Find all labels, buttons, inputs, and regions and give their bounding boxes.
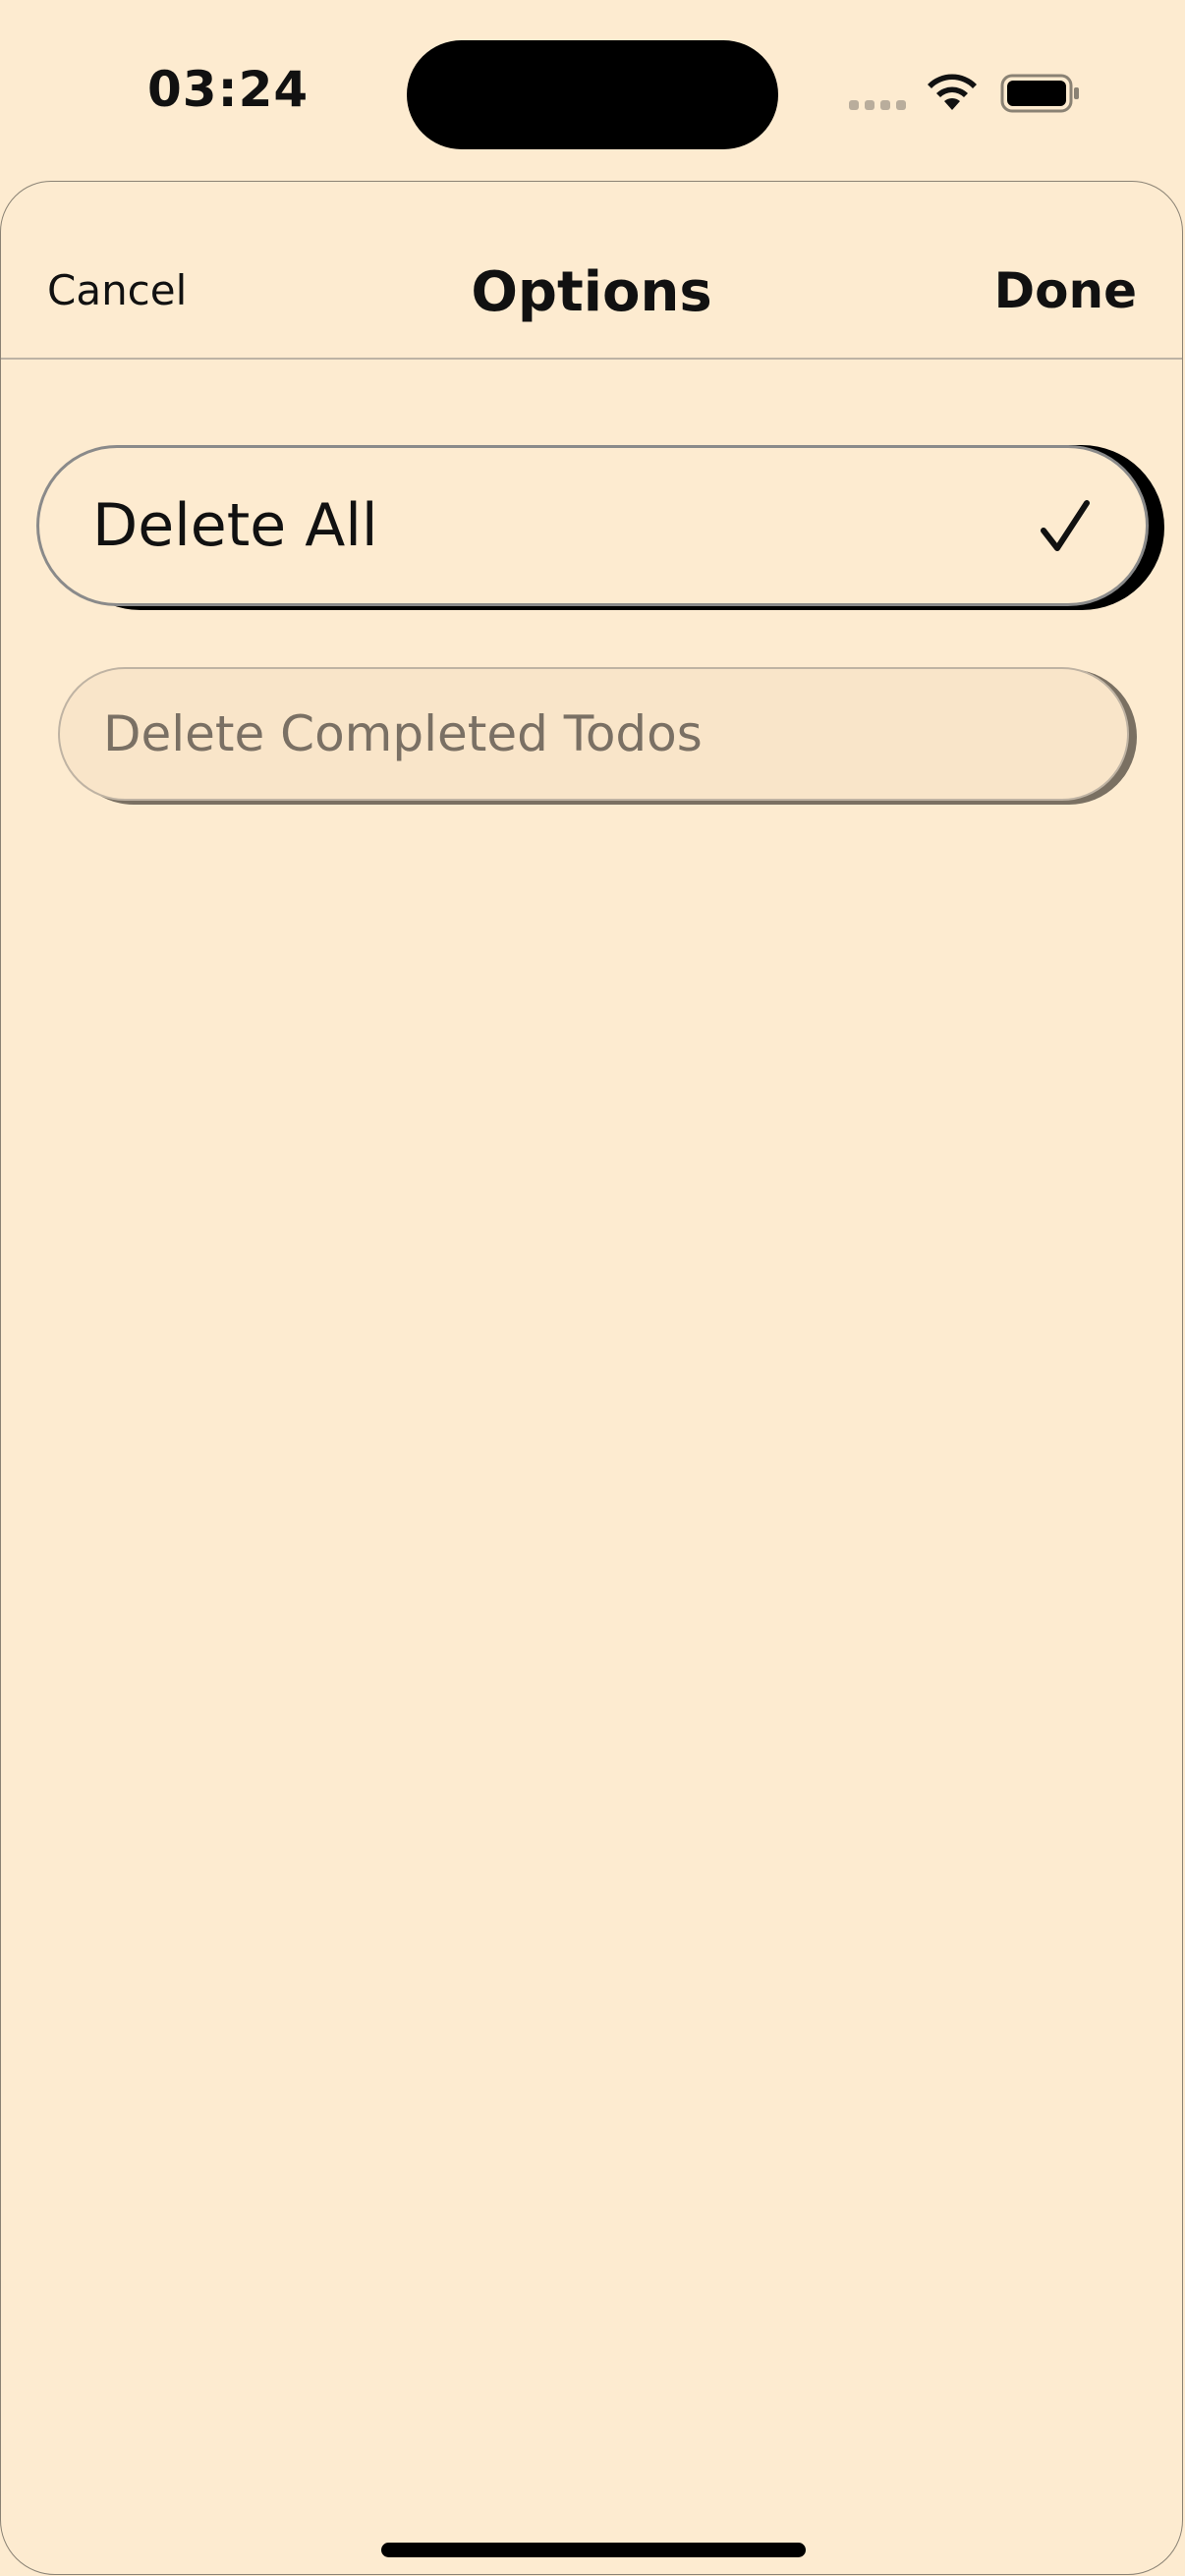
- nav-bar: Cancel Options Done: [1, 182, 1182, 360]
- home-indicator: [381, 2543, 806, 2557]
- status-time: 03:24: [147, 61, 310, 118]
- option-label: Delete All: [92, 491, 378, 560]
- battery-icon: [1000, 74, 1079, 113]
- wifi-icon: [928, 74, 977, 110]
- dynamic-island: [407, 40, 778, 149]
- option-label: Delete Completed Todos: [103, 705, 703, 762]
- status-bar: 03:24: [0, 0, 1185, 187]
- done-button[interactable]: Done: [994, 262, 1137, 319]
- checkmark-icon: [1041, 500, 1090, 551]
- cellular-signal-icon: [849, 100, 906, 110]
- option-delete-all-face[interactable]: Delete All: [36, 445, 1149, 606]
- options-sheet: Cancel Options Done Delete All Delete Co…: [0, 181, 1183, 2575]
- option-delete-completed-face[interactable]: Delete Completed Todos: [58, 667, 1129, 801]
